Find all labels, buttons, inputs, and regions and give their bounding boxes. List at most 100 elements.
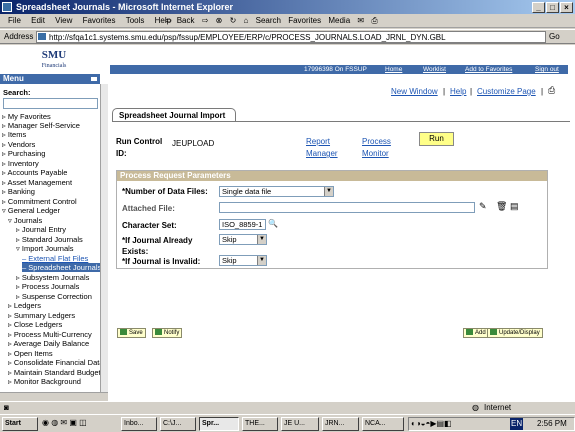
task-je-upload[interactable]: JE U...: [281, 417, 319, 431]
nav-worklist[interactable]: Worklist: [423, 65, 446, 74]
favorites-button[interactable]: Favorites: [288, 16, 321, 25]
start-button[interactable]: Start: [2, 417, 38, 431]
num-files-select[interactable]: Single data file ▼: [219, 186, 334, 197]
minimize-button[interactable]: _: [532, 2, 545, 13]
menu-item-average-daily-balance[interactable]: ▹ Average Daily Balance: [8, 339, 100, 348]
back-arrow-icon[interactable]: ⇦: [165, 16, 172, 25]
menu-item-ledgers[interactable]: ▹ Ledgers: [8, 301, 41, 310]
menu-item-process-multi-currency[interactable]: ▹ Process Multi-Currency: [8, 330, 100, 339]
window-title-bar: Spreadsheet Journals - Microsoft Interne…: [0, 0, 575, 14]
if-invalid-select[interactable]: Skip ▼: [219, 255, 267, 266]
stop-icon[interactable]: ⊗: [216, 16, 223, 25]
menu-item-external-flat-files[interactable]: – External Flat Files: [22, 254, 100, 263]
run-button[interactable]: Run: [419, 132, 454, 146]
task-spreadsheet-journals[interactable]: Spr...: [199, 417, 239, 431]
update-display-button[interactable]: Update/Display: [487, 328, 543, 338]
task-nca[interactable]: NCA...: [362, 417, 404, 431]
lookup-search-icon[interactable]: 🔍: [268, 219, 278, 228]
tray-icons[interactable]: ◐◑◒◓▶▤◧: [411, 418, 452, 430]
refresh-icon[interactable]: ↻: [230, 16, 237, 25]
if-invalid-label: *If Journal is Invalid:: [122, 257, 201, 266]
print-icon[interactable]: ⎙: [548, 85, 555, 96]
menu-edit[interactable]: Edit: [31, 16, 45, 25]
charset-input[interactable]: ISO_8859-1: [219, 219, 266, 230]
home-icon[interactable]: ⌂: [244, 16, 249, 25]
tab-spreadsheet-journal-import[interactable]: Spreadsheet Journal Import: [112, 108, 236, 122]
menu-item-suspense-correction[interactable]: ▹ Suspense Correction: [16, 292, 100, 301]
back-button[interactable]: Back: [177, 16, 195, 25]
menu-item-general-ledger[interactable]: ▿ General Ledger: [2, 206, 60, 215]
menu-item-maintain-standard-budgets[interactable]: ▹ Maintain Standard Budgets: [8, 368, 100, 377]
view-attachment-icon[interactable]: ▤: [510, 201, 519, 212]
menu-item-journal-entry[interactable]: ▹ Journal Entry: [16, 225, 66, 234]
menu-favorites[interactable]: Favorites: [83, 16, 116, 25]
link-separator: |: [470, 87, 473, 96]
quick-launch-icons[interactable]: ◉ ◍ ✉ ▣ ◫: [42, 418, 87, 427]
mail-icon[interactable]: ✉: [357, 16, 364, 25]
notify-button[interactable]: Notify: [152, 328, 183, 338]
if-exists-select[interactable]: Skip ▼: [219, 234, 267, 245]
menu-collapse-button[interactable]: [90, 76, 98, 82]
menu-item-asset-management[interactable]: ▹ Asset Management: [2, 178, 72, 187]
go-button[interactable]: Go: [549, 32, 560, 41]
language-indicator[interactable]: EN: [510, 418, 524, 430]
tab-divider: [112, 121, 570, 122]
print-icon[interactable]: ⎙: [371, 16, 377, 25]
nav-sign-out[interactable]: Sign out: [535, 65, 559, 74]
menu-item-items[interactable]: ▹ Items: [2, 130, 26, 139]
smu-logo: SMU Financials: [30, 50, 78, 72]
task-inbox[interactable]: Inbo...: [121, 417, 157, 431]
add-button[interactable]: Add: [463, 328, 489, 338]
menu-item-import-journals[interactable]: ▿ Import Journals: [16, 244, 74, 253]
menu-item-standard-journals[interactable]: ▹ Standard Journals: [16, 235, 83, 244]
menu-tools[interactable]: Tools: [126, 16, 145, 25]
windows-taskbar: Start ◉ ◍ ✉ ▣ ◫ Inbo... C:\J... Spr... T…: [0, 414, 575, 432]
task-the[interactable]: THE...: [242, 417, 278, 431]
media-button[interactable]: Media: [328, 16, 350, 25]
attached-file-input[interactable]: [219, 202, 475, 213]
menu-item-commitment-control[interactable]: ▹ Commitment Control: [2, 197, 77, 206]
menu-item-inventory[interactable]: ▹ Inventory: [2, 159, 39, 168]
menu-view[interactable]: View: [55, 16, 72, 25]
globe-icon: ◍: [472, 403, 479, 412]
close-button[interactable]: ×: [560, 2, 573, 13]
task-jrn[interactable]: JRN...: [322, 417, 359, 431]
menu-horizontal-scrollbar[interactable]: [0, 392, 108, 401]
menu-item-my-favorites[interactable]: ▹ My Favorites: [2, 112, 51, 121]
menu-item-accounts-payable[interactable]: ▹ Accounts Payable: [2, 168, 67, 177]
forward-arrow-icon[interactable]: ⇨: [202, 16, 209, 25]
menu-item-vendors[interactable]: ▹ Vendors: [2, 140, 35, 149]
customize-page-link[interactable]: Customize Page: [477, 87, 536, 96]
search-button[interactable]: Search: [256, 16, 281, 25]
menu-item-subsystem-journals[interactable]: ▹ Subsystem Journals: [16, 273, 100, 282]
menu-item-manager-self-service[interactable]: ▹ Manager Self-Service: [2, 121, 80, 130]
menu-item-purchasing[interactable]: ▹ Purchasing: [2, 149, 45, 158]
attach-pencil-icon[interactable]: ✎: [479, 201, 487, 212]
menu-item-monitor-background[interactable]: ▹ Monitor Background: [8, 377, 100, 386]
menu-item-close-ledgers[interactable]: ▹ Close Ledgers: [8, 320, 62, 329]
menu-item-process-journals[interactable]: ▹ Process Journals: [16, 282, 79, 291]
menu-search-input[interactable]: [3, 98, 98, 109]
menu-item-journals[interactable]: ▿ Journals: [8, 216, 42, 225]
menu-item-open-items[interactable]: ▹ Open Items: [8, 349, 53, 358]
process-monitor-link[interactable]: Process Monitor: [362, 136, 400, 160]
delete-trash-icon[interactable]: 🗑: [496, 201, 507, 212]
nav-add-favorites[interactable]: Add to Favorites: [465, 65, 512, 74]
menu-item-banking[interactable]: ▹ Banking: [2, 187, 35, 196]
save-button[interactable]: Save: [117, 328, 146, 338]
portal-navbar: 17996398 On FSSUP Home Worklist Add to F…: [110, 65, 568, 74]
task-folder[interactable]: C:\J...: [160, 417, 196, 431]
link-separator: |: [541, 87, 544, 96]
nav-home[interactable]: Home: [385, 65, 402, 74]
help-link[interactable]: Help: [450, 87, 466, 96]
address-input[interactable]: http://sfqa1c1.systems.smu.edu/psp/fssup…: [36, 31, 546, 43]
menu-file[interactable]: File: [8, 16, 21, 25]
menu-item-summary-ledgers[interactable]: ▹ Summary Ledgers: [8, 311, 75, 320]
new-window-link[interactable]: New Window: [391, 87, 438, 96]
report-manager-link[interactable]: Report Manager: [306, 136, 348, 160]
menu-item-spreadsheet-journals[interactable]: – Spreadsheet Journals: [22, 263, 100, 272]
maximize-button[interactable]: □: [546, 2, 559, 13]
logo-name: SMU: [41, 49, 67, 61]
menu-vertical-scrollbar[interactable]: [100, 84, 108, 392]
menu-item-consolidate-financial-data[interactable]: ▹ Consolidate Financial Data: [8, 358, 100, 367]
